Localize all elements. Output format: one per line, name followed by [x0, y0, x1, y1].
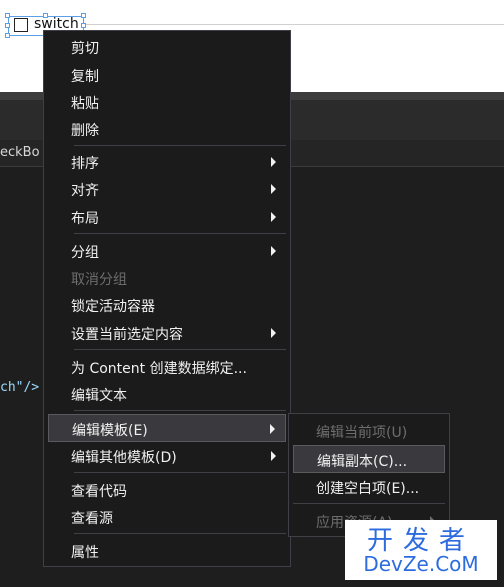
menu-item-cut[interactable]: 剪切: [48, 33, 286, 61]
menu-item-label: 粘贴: [71, 96, 99, 112]
menu-item-label: 编辑文本: [71, 388, 127, 404]
chevron-right-icon: [271, 184, 276, 194]
menu-item-view-source[interactable]: 查看源: [48, 503, 286, 531]
menu-item-label: 编辑副本(C)...: [317, 454, 408, 470]
context-menu: 剪切 复制 粘贴 删除 排序 对齐 布局 分组 取消分组 锁定活动容器 设置当前…: [43, 30, 291, 567]
menu-item-properties[interactable]: 属性: [48, 537, 286, 565]
menu-item-ungroup: 取消分组: [48, 264, 286, 292]
designer-guide-line: [84, 24, 504, 25]
menu-separator: [74, 349, 286, 350]
watermark-logo: 开发者 DevZe.CoM: [345, 520, 497, 580]
edit-template-submenu: 编辑当前项(U) 编辑副本(C)... 创建空白项(E)... 应用资源(A): [288, 413, 450, 537]
menu-item-label: 取消分组: [71, 272, 127, 288]
menu-item-paste[interactable]: 粘贴: [48, 88, 286, 116]
editor-tab-label[interactable]: eckBo: [0, 145, 40, 160]
menu-item-delete[interactable]: 删除: [48, 115, 286, 143]
menu-item-layout[interactable]: 布局: [48, 203, 286, 231]
menu-item-label: 复制: [71, 69, 99, 85]
menu-item-label: 排序: [71, 156, 99, 172]
chevron-right-icon: [271, 246, 276, 256]
menu-separator: [74, 410, 286, 411]
submenu-item-edit-copy[interactable]: 编辑副本(C)...: [293, 445, 445, 473]
menu-item-create-data-binding[interactable]: 为 Content 创建数据绑定...: [48, 353, 286, 381]
menu-separator: [293, 503, 445, 504]
menu-item-group[interactable]: 分组: [48, 237, 286, 265]
resize-handle-top-right[interactable]: [81, 13, 86, 18]
chevron-right-icon: [271, 157, 276, 167]
menu-item-edit-other-templates[interactable]: 编辑其他模板(D): [48, 442, 286, 470]
menu-item-set-current-selection[interactable]: 设置当前选定内容: [48, 319, 286, 347]
menu-item-copy[interactable]: 复制: [48, 61, 286, 89]
menu-item-view-code[interactable]: 查看代码: [48, 476, 286, 504]
menu-item-edit-text[interactable]: 编辑文本: [48, 380, 286, 408]
menu-item-pin-active-container[interactable]: 锁定活动容器: [48, 291, 286, 319]
menu-item-label: 查看代码: [71, 484, 127, 500]
menu-item-align[interactable]: 对齐: [48, 175, 286, 203]
menu-item-label: 创建空白项(E)...: [316, 481, 420, 497]
resize-handle-left[interactable]: [5, 23, 10, 28]
menu-separator: [74, 145, 286, 146]
menu-item-label: 对齐: [71, 183, 99, 199]
menu-separator: [74, 533, 286, 534]
checkbox-box[interactable]: [14, 18, 28, 32]
chevron-right-icon: [270, 424, 275, 434]
resize-handle-bottom-left[interactable]: [5, 33, 10, 38]
menu-item-label: 设置当前选定内容: [71, 327, 183, 343]
chevron-right-icon: [271, 451, 276, 461]
xaml-code-fragment: ch"/>: [0, 380, 40, 395]
menu-item-edit-template[interactable]: 编辑模板(E): [48, 414, 286, 442]
menu-item-label: 编辑其他模板(D): [71, 450, 177, 466]
menu-item-order[interactable]: 排序: [48, 148, 286, 176]
menu-item-label: 布局: [71, 211, 99, 227]
chevron-right-icon: [271, 328, 276, 338]
menu-separator: [74, 233, 286, 234]
submenu-item-create-empty[interactable]: 创建空白项(E)...: [293, 473, 445, 501]
menu-item-label: 为 Content 创建数据绑定...: [71, 361, 247, 377]
menu-separator: [74, 472, 286, 473]
resize-handle-top-left[interactable]: [5, 13, 10, 18]
menu-item-label: 剪切: [71, 41, 99, 57]
menu-item-label: 查看源: [71, 511, 113, 527]
watermark-text-bottom: DevZe.CoM: [363, 552, 479, 576]
menu-item-label: 属性: [71, 545, 99, 561]
menu-item-label: 锁定活动容器: [71, 299, 155, 315]
resize-handle-right[interactable]: [81, 23, 86, 28]
chevron-right-icon: [271, 212, 276, 222]
menu-item-label: 分组: [71, 245, 99, 261]
menu-item-label: 编辑模板(E): [72, 423, 148, 439]
menu-item-label: 编辑当前项(U): [316, 425, 408, 441]
submenu-item-edit-current: 编辑当前项(U): [293, 417, 445, 445]
menu-item-label: 删除: [71, 123, 99, 139]
